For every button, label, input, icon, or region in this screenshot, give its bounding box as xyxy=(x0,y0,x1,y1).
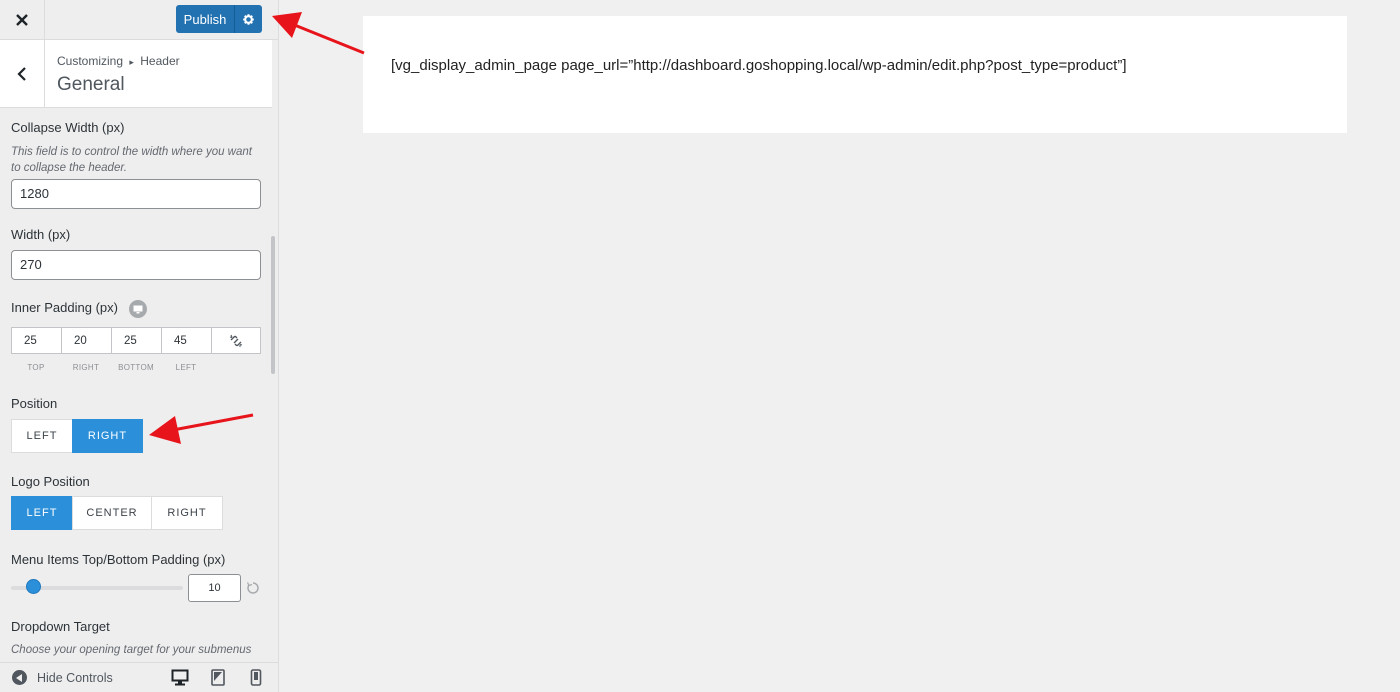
tablet-icon[interactable] xyxy=(211,669,225,686)
preview-shortcode-text: [vg_display_admin_page page_url=”http://… xyxy=(391,57,1127,74)
breadcrumb-parent: Header xyxy=(140,54,180,68)
publish-group: Publish xyxy=(176,5,262,33)
padding-link-button[interactable] xyxy=(211,327,261,354)
back-button[interactable] xyxy=(0,40,45,107)
breadcrumb-root: Customizing xyxy=(57,54,124,68)
annotation-arrow-publish xyxy=(272,12,365,55)
menu-padding-slider-handle[interactable] xyxy=(26,579,41,594)
width-input[interactable]: 270 xyxy=(11,250,261,280)
position-right-button[interactable]: RIGHT xyxy=(72,419,143,453)
customizer-sidebar: Publish Customizing ▸ Header General Col… xyxy=(0,0,279,692)
padding-right-label: RIGHT xyxy=(72,363,100,372)
chevron-left-icon xyxy=(17,66,26,81)
dropdown-target-label: Dropdown Target xyxy=(11,619,110,634)
logo-position-label: Logo Position xyxy=(11,474,90,489)
inner-padding-label: Inner Padding (px) xyxy=(11,300,118,315)
mobile-icon[interactable] xyxy=(250,669,262,686)
desktop-icon[interactable] xyxy=(171,669,189,686)
logo-position-right-button[interactable]: RIGHT xyxy=(151,496,223,530)
logo-position-center-button[interactable]: CENTER xyxy=(72,496,152,530)
gear-icon xyxy=(243,13,254,25)
padding-side-labels: TOP RIGHT BOTTOM LEFT xyxy=(11,363,261,372)
menu-padding-label: Menu Items Top/Bottom Padding (px) xyxy=(11,552,226,567)
publish-button[interactable]: Publish xyxy=(176,5,234,33)
logo-position-button-group: LEFT CENTER RIGHT xyxy=(11,496,223,530)
padding-left-label: LEFT xyxy=(175,363,197,372)
collapse-icon xyxy=(12,670,27,685)
section-title: General xyxy=(57,74,125,95)
customizer-header: Publish xyxy=(0,0,278,40)
device-toggle-glyph xyxy=(133,305,143,313)
padding-left-input[interactable]: 45 xyxy=(161,327,211,354)
menu-padding-input[interactable]: 10 xyxy=(188,574,241,602)
collapse-width-description: This field is to control the width where… xyxy=(11,146,252,174)
padding-bottom-label: BOTTOM xyxy=(118,363,154,372)
position-button-group: LEFT RIGHT xyxy=(11,419,143,453)
preview-content-box: [vg_display_admin_page page_url=”http://… xyxy=(363,16,1347,133)
hide-controls-label: Hide Controls xyxy=(37,670,113,685)
collapse-width-input[interactable]: 1280 xyxy=(11,179,261,209)
publish-settings-button[interactable] xyxy=(234,5,262,33)
breadcrumb-separator: ▸ xyxy=(129,57,134,67)
close-button[interactable] xyxy=(0,0,45,40)
desktop-icon[interactable] xyxy=(129,300,147,318)
dropdown-target-description: Choose your opening target for your subm… xyxy=(11,644,252,656)
section-header: Customizing ▸ Header General xyxy=(0,40,272,108)
padding-bottom-input[interactable]: 25 xyxy=(111,327,161,354)
hide-controls-button[interactable]: Hide Controls xyxy=(12,670,113,685)
position-label: Position xyxy=(11,396,58,411)
padding-top-label: TOP xyxy=(27,363,45,372)
sidebar-scrollbar[interactable] xyxy=(271,236,275,374)
close-icon xyxy=(16,14,28,26)
breadcrumb: Customizing ▸ Header xyxy=(57,54,180,68)
collapse-width-label: Collapse Width (px) xyxy=(11,120,125,135)
logo-position-left-button[interactable]: LEFT xyxy=(11,496,73,530)
unlink-icon xyxy=(229,334,243,347)
padding-top-input[interactable]: 25 xyxy=(11,327,61,354)
width-label: Width (px) xyxy=(11,227,71,242)
reset-icon[interactable] xyxy=(246,581,260,595)
collapse-arrow-glyph xyxy=(16,673,22,682)
position-left-button[interactable]: LEFT xyxy=(11,419,73,453)
customizer-footer: Hide Controls xyxy=(0,662,278,692)
padding-right-input[interactable]: 20 xyxy=(61,327,111,354)
inner-padding-inputs: 25 20 25 45 xyxy=(11,327,261,354)
controls-panel: Collapse Width (px) This field is to con… xyxy=(11,108,261,656)
